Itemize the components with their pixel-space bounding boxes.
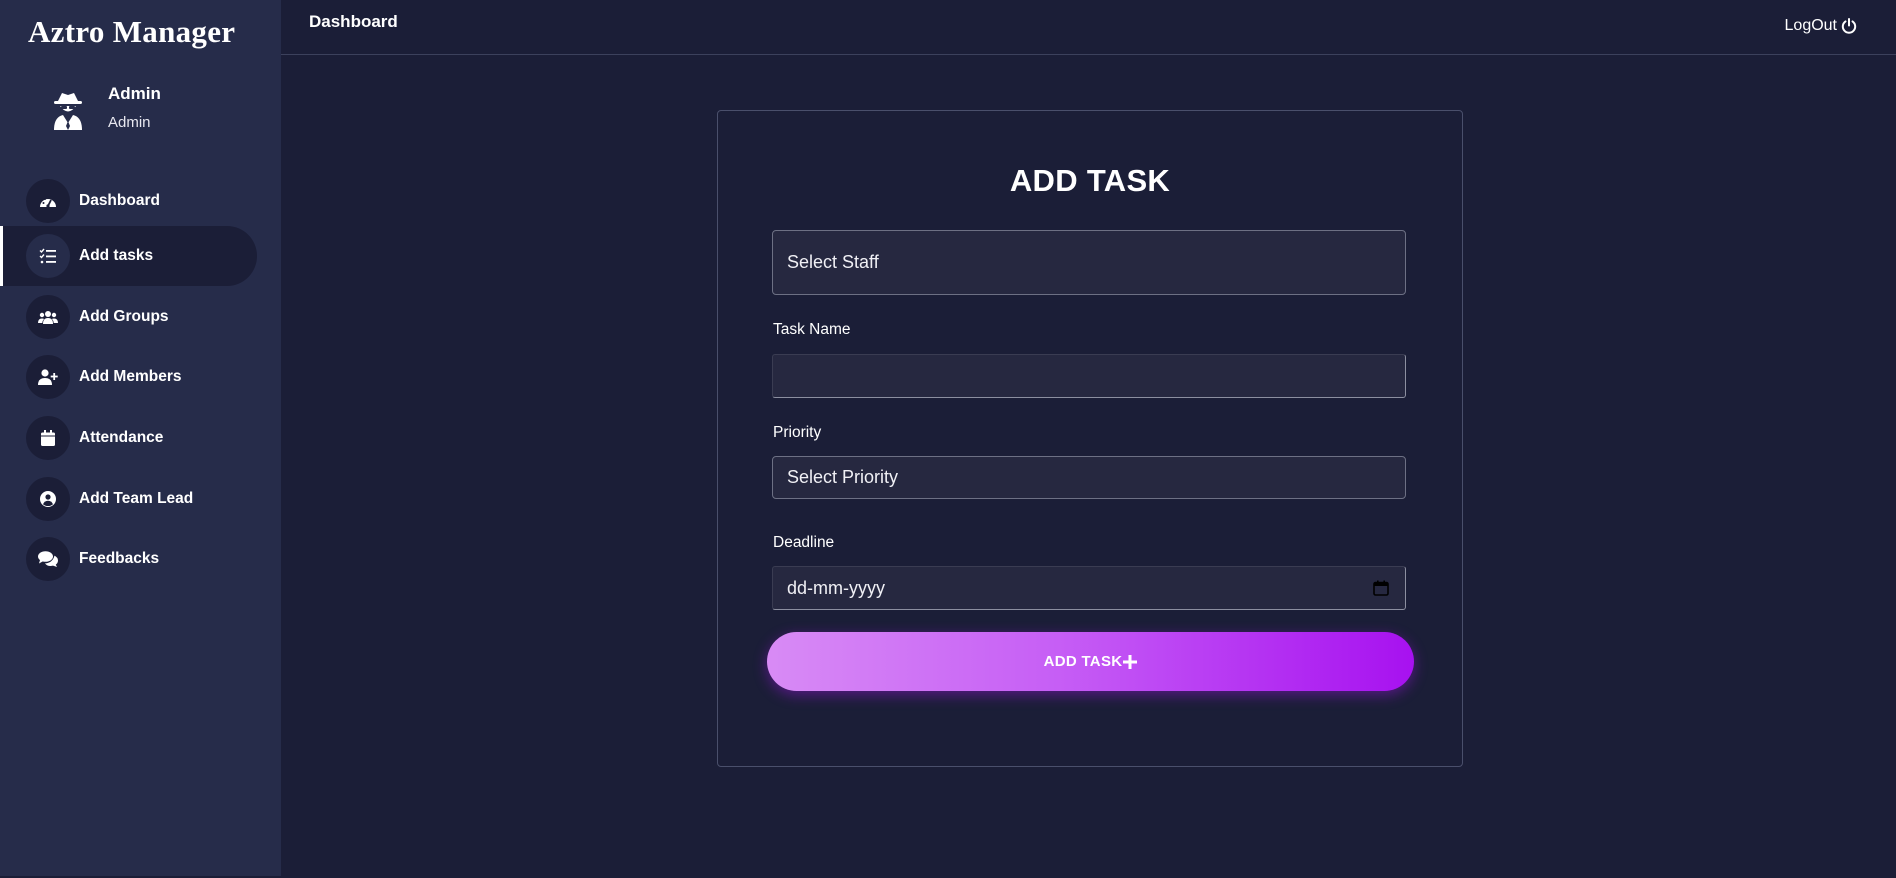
- page-title: Dashboard: [309, 12, 398, 31]
- sidebar-item-label: Add Groups: [79, 308, 169, 325]
- deadline-value: dd-mm-yyyy: [787, 577, 885, 598]
- priority-label: Priority: [773, 424, 822, 441]
- user-plus-icon: [26, 355, 70, 399]
- logout-button[interactable]: LogOut: [1785, 17, 1857, 35]
- deadline-input[interactable]: dd-mm-yyyy: [772, 566, 1406, 610]
- priority-select[interactable]: Select Priority: [772, 456, 1406, 499]
- comments-icon: [26, 537, 70, 581]
- staff-select[interactable]: Select Staff: [772, 230, 1406, 295]
- profile-name: Admin: [108, 84, 161, 103]
- sidebar-item-add-groups[interactable]: Add Groups: [0, 287, 254, 347]
- brand-title: Aztro Manager: [28, 14, 236, 49]
- sidebar: Aztro Manager Admin Admin Dashboard Add …: [0, 0, 281, 876]
- sidebar-item-add-tasks[interactable]: Add tasks: [0, 226, 257, 286]
- speedometer-icon: [26, 179, 70, 223]
- sidebar-item-dashboard[interactable]: Dashboard: [0, 171, 254, 231]
- user-circle-icon: [26, 477, 70, 521]
- add-task-button[interactable]: ADD TASK: [767, 632, 1414, 691]
- sidebar-item-label: Dashboard: [79, 192, 160, 209]
- sidebar-item-label: Feedbacks: [79, 550, 160, 567]
- sidebar-item-add-members[interactable]: Add Members: [0, 347, 254, 407]
- users-icon: [26, 295, 70, 339]
- top-bar: Dashboard LogOut: [281, 0, 1896, 55]
- logout-label: LogOut: [1784, 17, 1837, 34]
- deadline-label: Deadline: [773, 534, 835, 551]
- app-root: Aztro Manager Admin Admin Dashboard Add …: [0, 0, 1896, 878]
- calendar-icon: [26, 416, 70, 460]
- add-task-button-label: ADD TASK: [1043, 653, 1123, 670]
- staff-select-value: Select Staff: [787, 252, 879, 272]
- task-name-label: Task Name: [773, 321, 851, 338]
- sidebar-item-feedbacks[interactable]: Feedbacks: [0, 529, 254, 589]
- sidebar-item-label: Add Members: [79, 368, 182, 385]
- sidebar-item-label: Add tasks: [79, 247, 154, 264]
- task-list-icon: [26, 234, 70, 278]
- form-title: ADD TASK: [1009, 163, 1171, 198]
- power-icon: [1841, 18, 1857, 34]
- sidebar-item-label: Attendance: [79, 429, 164, 446]
- priority-select-value: Select Priority: [787, 467, 899, 487]
- sidebar-item-attendance[interactable]: Attendance: [0, 408, 254, 468]
- sidebar-item-label: Add Team Lead: [79, 490, 194, 507]
- task-name-input[interactable]: [772, 354, 1406, 398]
- calendar-picker-icon[interactable]: [1373, 580, 1389, 596]
- add-task-card: ADD TASK Select Staff Task Name Priority…: [717, 110, 1463, 767]
- sidebar-item-add-team-lead[interactable]: Add Team Lead: [0, 469, 254, 529]
- user-secret-icon: [54, 93, 82, 130]
- profile-role: Admin: [108, 114, 151, 131]
- plus-icon: [1123, 654, 1138, 669]
